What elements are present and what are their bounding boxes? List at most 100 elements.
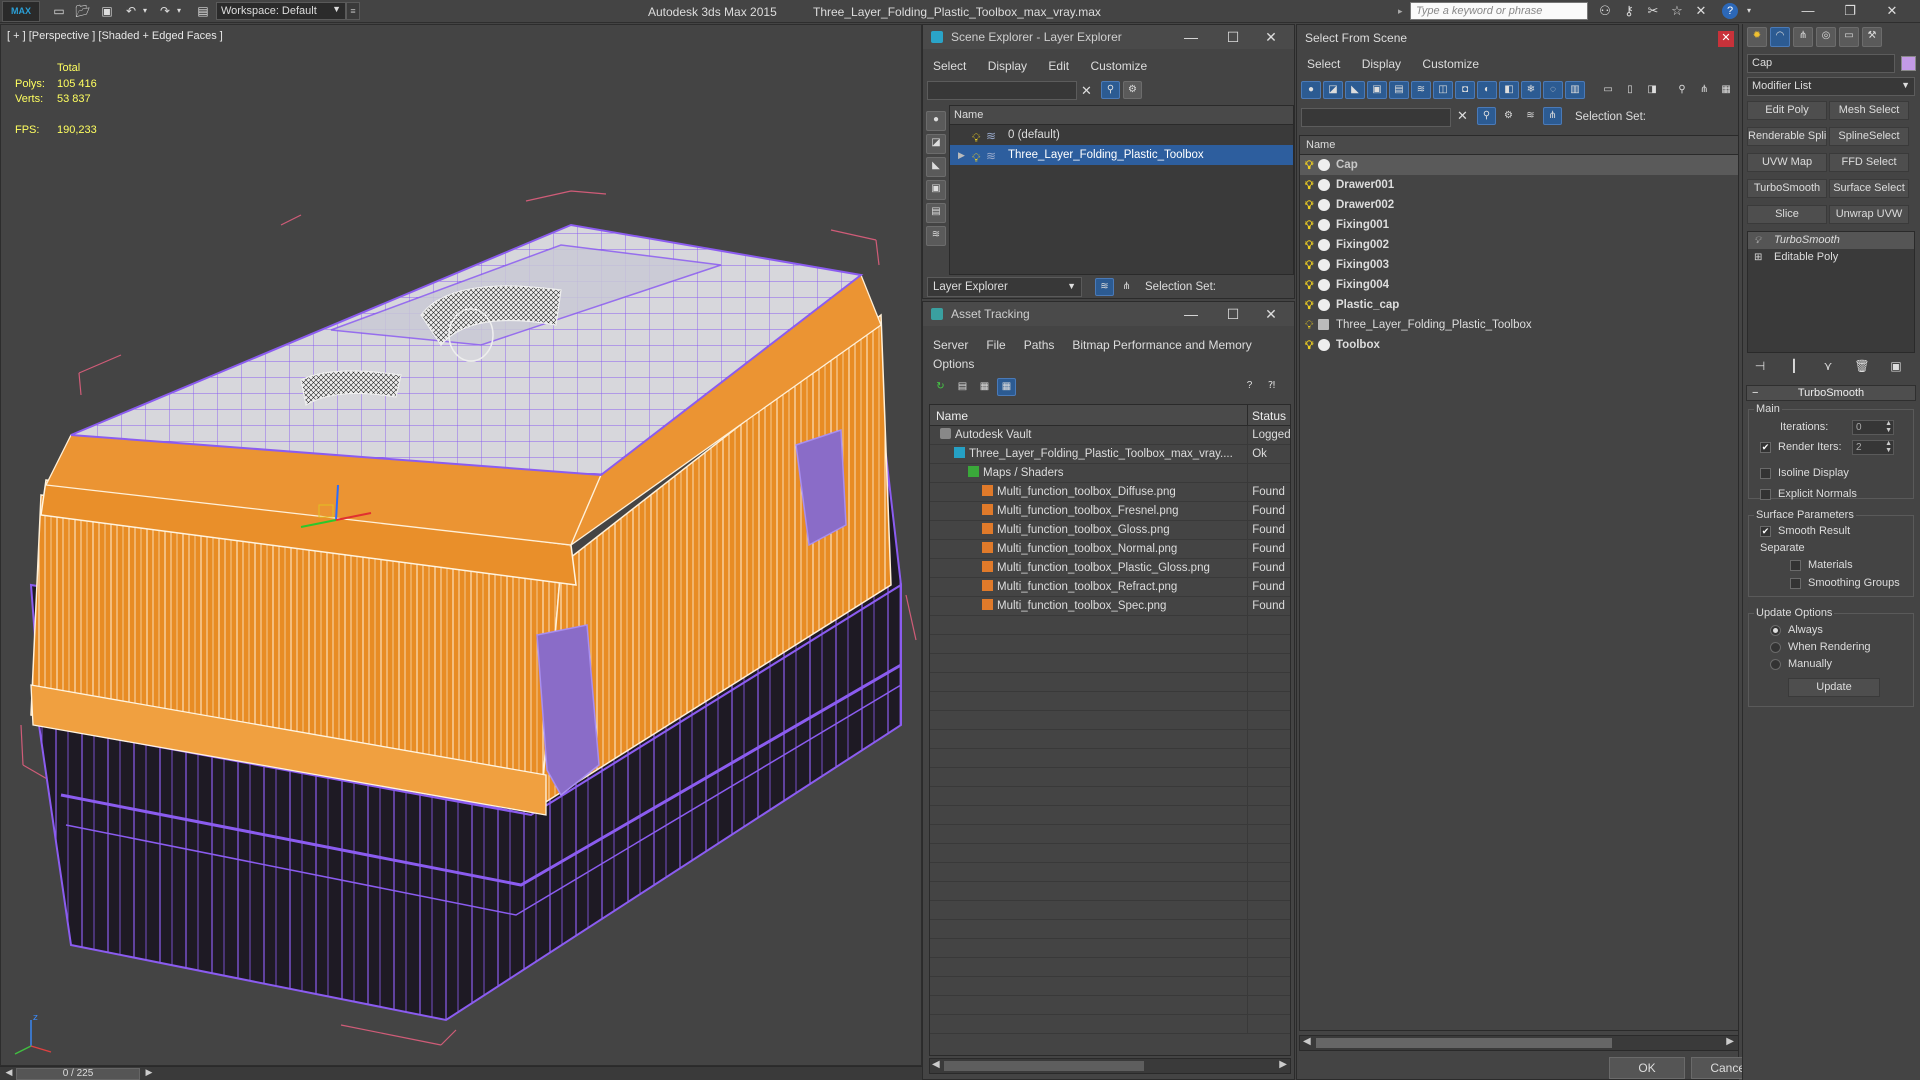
iterations-spinner[interactable]: 0 ▲ ▼ — [1852, 420, 1894, 435]
modifier-button[interactable]: Slice — [1747, 205, 1827, 224]
new-file-icon[interactable]: ▭ — [50, 3, 68, 19]
asset-row[interactable]: Three_Layer_Folding_Plastic_Toolbox_max_… — [930, 445, 1290, 464]
menu-customize[interactable]: Customize — [1412, 54, 1487, 71]
menu-bitmap-performance[interactable]: Bitmap Performance and Memory — [1062, 335, 1259, 352]
asset-row[interactable]: Autodesk Vault Logged — [930, 426, 1290, 445]
time-prev-icon[interactable]: ◀ — [2, 1067, 16, 1080]
scroll-left-icon[interactable]: ◀ — [932, 1059, 940, 1070]
utilities-tab-icon[interactable]: ⚒ — [1862, 27, 1882, 47]
menu-paths[interactable]: Paths — [1014, 335, 1063, 352]
display-all-icon[interactable]: ▥ — [1565, 81, 1585, 99]
object-list-hscrollbar[interactable]: ◀ ▶ — [1299, 1035, 1739, 1051]
asset-row[interactable]: Multi_function_toolbox_Fresnel.png Found — [930, 502, 1290, 521]
columns-icon[interactable]: ▦ — [1716, 82, 1736, 100]
lightbulb-icon[interactable]: 💡︎ — [1754, 232, 1761, 249]
hierarchy-tab-icon[interactable]: ⋔ — [1793, 27, 1813, 47]
modifier-button[interactable]: Mesh Select — [1829, 101, 1909, 120]
stack-item-turbosmooth[interactable]: 💡︎ TurboSmooth — [1748, 232, 1914, 249]
pin-stack-icon[interactable]: ⊣ — [1749, 359, 1771, 377]
ok-button[interactable]: OK — [1609, 1057, 1685, 1079]
display-lights-icon[interactable]: ◣ — [926, 157, 946, 177]
select-invert-icon[interactable]: ◨ — [1642, 82, 1662, 100]
display-geometry-icon[interactable]: ● — [1301, 81, 1321, 99]
select-from-scene-titlebar[interactable]: Select From Scene ✕ — [1297, 25, 1738, 51]
render-iters-spinner[interactable]: 2 ▲ ▼ — [1852, 440, 1894, 455]
visibility-bulb-icon[interactable]: 💡︎ — [1305, 155, 1313, 175]
update-manually-radio[interactable] — [1770, 659, 1781, 670]
display-spacewarps-icon[interactable]: ≋ — [926, 226, 946, 246]
display-helpers-icon[interactable]: ▤ — [1389, 81, 1409, 99]
object-row[interactable]: 💡︎ Three_Layer_Folding_Plastic_Toolbox — [1300, 315, 1738, 335]
explorer-type-dropdown[interactable]: Layer Explorer ▼ — [927, 277, 1082, 297]
exchange-icon[interactable]: ✂ — [1644, 3, 1662, 19]
create-tab-icon[interactable]: ✹ — [1747, 27, 1767, 47]
scroll-right-icon[interactable]: ▶ — [1279, 1059, 1287, 1070]
object-row[interactable]: 💡︎ Drawer001 — [1300, 175, 1738, 195]
menu-display[interactable]: Display — [1352, 54, 1409, 71]
menu-server[interactable]: Server — [923, 335, 976, 352]
display-shapes-icon[interactable]: ◪ — [1323, 81, 1343, 99]
object-list-name-header[interactable]: Name — [1300, 136, 1738, 155]
modifier-button[interactable]: UVW Map — [1747, 153, 1827, 172]
menu-edit[interactable]: Edit — [1038, 56, 1077, 73]
minimize-icon[interactable]: — — [1172, 302, 1210, 326]
layer-row-toolbox[interactable]: ▶ 💡︎ ≋ Three_Layer_Folding_Plastic_Toolb… — [950, 145, 1293, 165]
menu-select[interactable]: Select — [923, 56, 974, 73]
visibility-bulb-icon[interactable]: 💡︎ — [972, 148, 980, 168]
app-logo[interactable]: MAX — [2, 1, 40, 22]
explicit-normals-checkbox[interactable] — [1760, 489, 1771, 500]
visibility-bulb-icon[interactable]: 💡︎ — [1305, 215, 1313, 235]
display-helpers-icon[interactable]: ▤ — [926, 203, 946, 223]
modify-tab-icon[interactable]: ◠ — [1770, 27, 1790, 47]
visibility-bulb-icon[interactable]: 💡︎ — [1305, 295, 1313, 315]
display-groups-icon[interactable]: ◫ — [1433, 81, 1453, 99]
object-row[interactable]: 💡︎ Fixing001 — [1300, 215, 1738, 235]
close-icon[interactable]: ✕ — [1252, 25, 1290, 49]
perspective-viewport[interactable]: [ + ] [Perspective ] [Shaded + Edged Fac… — [0, 24, 922, 1066]
make-unique-icon[interactable]: ⋎ — [1817, 359, 1839, 377]
close-icon[interactable]: ✕ — [1718, 31, 1734, 47]
filter-icon[interactable]: ⚲ — [1101, 81, 1120, 99]
object-row[interactable]: 💡︎ Fixing003 — [1300, 255, 1738, 275]
object-row[interactable]: 💡︎ Fixing004 — [1300, 275, 1738, 295]
display-lights-icon[interactable]: ◣ — [1345, 81, 1365, 99]
visibility-bulb-icon[interactable]: 💡︎ — [1305, 335, 1313, 355]
tools-cross-icon[interactable]: ✕ — [1692, 3, 1710, 19]
isoline-display-checkbox[interactable] — [1760, 468, 1771, 479]
display-tab-icon[interactable]: ▭ — [1839, 27, 1859, 47]
display-shapes-icon[interactable]: ◪ — [926, 134, 946, 154]
show-end-result-icon[interactable]: ┃ — [1783, 359, 1805, 377]
visibility-bulb-icon[interactable]: 💡︎ — [1305, 315, 1313, 335]
column-name-header[interactable]: Name — [930, 405, 1248, 425]
open-file-icon[interactable]: 📂︎ — [74, 3, 92, 19]
quick-access-customize-button[interactable]: ≡ — [346, 2, 360, 20]
visibility-bulb-icon[interactable]: 💡︎ — [1305, 275, 1313, 295]
layer-row-default[interactable]: 💡︎ ≋ 0 (default) — [950, 125, 1293, 145]
favorites-star-icon[interactable]: ☆ — [1668, 3, 1686, 19]
redo-dropdown-icon[interactable]: ▾ — [170, 3, 188, 19]
modifier-button[interactable]: Unwrap UVW — [1829, 205, 1909, 224]
update-always-radio[interactable] — [1770, 625, 1781, 636]
modifier-button[interactable]: Renderable Spline — [1747, 127, 1827, 146]
hierarchy-mode-icon[interactable]: ⋔ — [1117, 279, 1136, 297]
menu-options[interactable]: Options — [923, 354, 1294, 371]
display-cameras-icon[interactable]: ▣ — [926, 180, 946, 200]
update-when-rendering-radio[interactable] — [1770, 642, 1781, 653]
object-name-field[interactable]: Cap — [1747, 54, 1895, 73]
select-all-icon[interactable]: ▭ — [1598, 82, 1618, 100]
minimize-icon[interactable]: — — [1172, 25, 1210, 49]
expand-plus-icon[interactable]: ⊞ — [1754, 249, 1762, 266]
modifier-button[interactable]: FFD Select — [1829, 153, 1909, 172]
list-view-icon[interactable]: ▤ — [953, 379, 972, 397]
display-containers-icon[interactable]: ◧ — [1499, 81, 1519, 99]
refresh-icon[interactable]: ↻ — [931, 379, 950, 397]
display-cameras-icon[interactable]: ▣ — [1367, 81, 1387, 99]
help-dropdown-icon[interactable]: ▾ — [1740, 3, 1758, 19]
display-bones-icon[interactable]: ◐ — [1477, 81, 1497, 99]
object-row[interactable]: 💡︎ Plastic_cap — [1300, 295, 1738, 315]
visibility-bulb-icon[interactable]: 💡︎ — [1305, 255, 1313, 275]
layer-settings-icon[interactable]: ⚙ — [1123, 81, 1142, 99]
menu-file[interactable]: File — [976, 335, 1013, 352]
asset-row[interactable]: Multi_function_toolbox_Gloss.png Found — [930, 521, 1290, 540]
object-row[interactable]: 💡︎ Fixing002 — [1300, 235, 1738, 255]
